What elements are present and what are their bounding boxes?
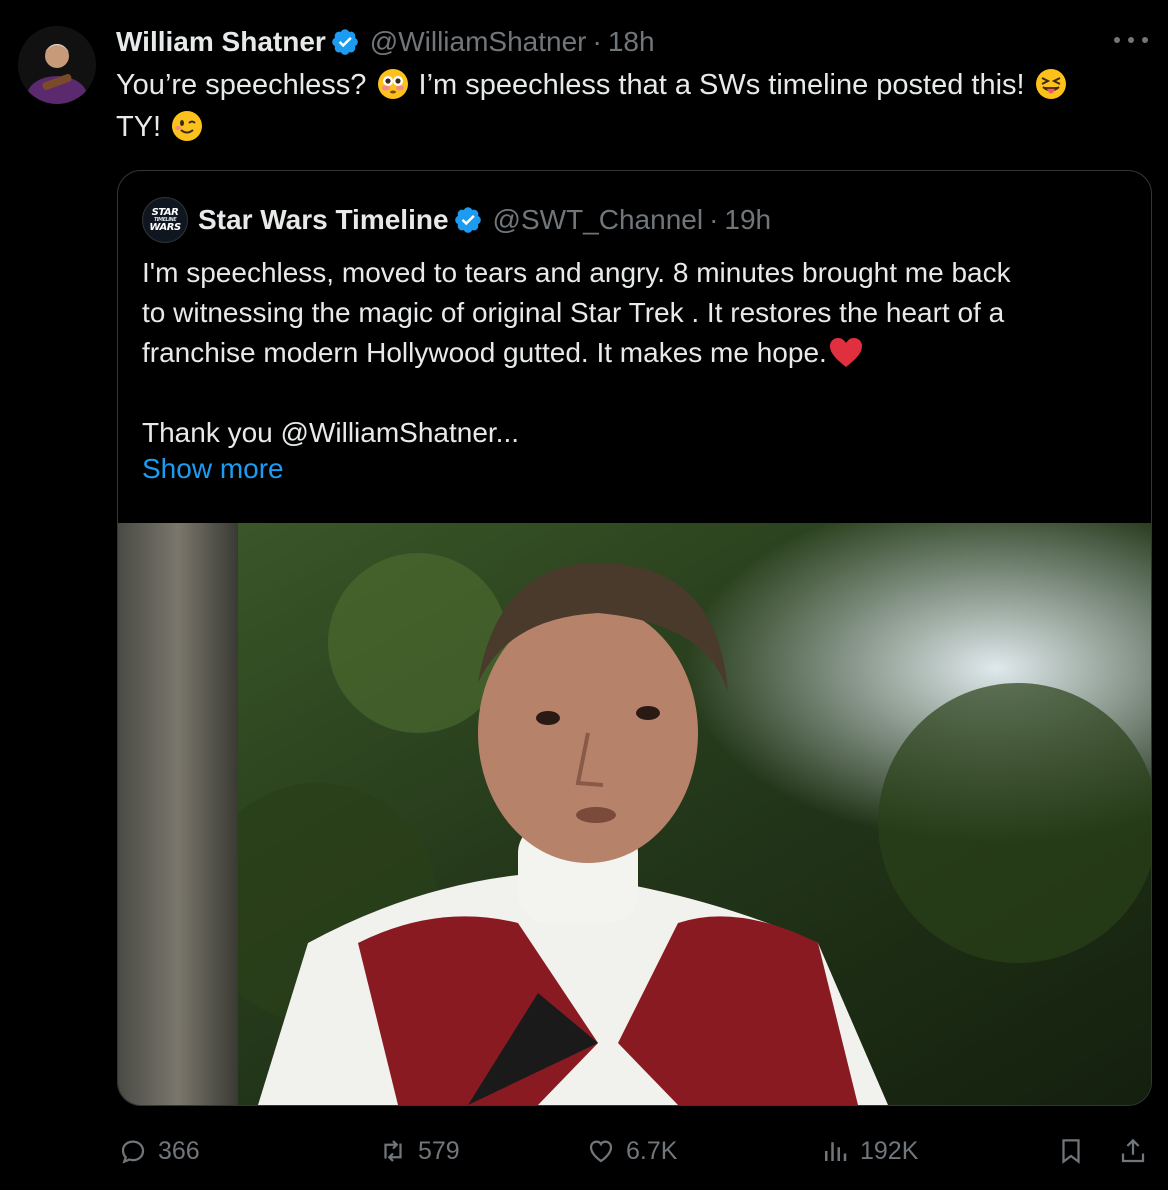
reply-count: 366	[158, 1136, 200, 1165]
winking-face-emoji-icon	[171, 110, 203, 142]
heart-icon	[586, 1136, 616, 1166]
share-icon	[1118, 1136, 1148, 1166]
tweet-action-bar: 366 579 6.7K 192K	[118, 1128, 1150, 1174]
quoted-tweet-header: STAR TIMELINE WARS Star Wars Timeline @S…	[142, 197, 771, 243]
author-avatar[interactable]	[18, 26, 96, 104]
analytics-bars-icon	[820, 1136, 850, 1166]
views-button[interactable]: 192K	[820, 1128, 918, 1174]
quoted-author-name[interactable]: Star Wars Timeline	[198, 204, 449, 236]
author-handle[interactable]: @WilliamShatner	[370, 26, 587, 58]
like-count: 6.7K	[626, 1136, 678, 1165]
quoted-tweet-timestamp[interactable]: 19h	[724, 204, 771, 236]
tweet-text-part3: TY!	[116, 111, 170, 143]
quoted-avatar-logo-bottom: WARS	[149, 222, 181, 233]
quoted-separator-dot: ·	[709, 204, 719, 235]
quoted-text-line: to witnessing the magic of original Star…	[142, 297, 1005, 328]
quoted-text-line3: franchise modern Hollywood gutted. It ma…	[142, 337, 827, 368]
reply-icon	[118, 1136, 148, 1166]
more-options-icon[interactable]	[1114, 28, 1148, 52]
quoted-tweet-text: I'm speechless, moved to tears and angry…	[142, 253, 1132, 453]
quoted-text-line: franchise modern Hollywood gutted. It ma…	[142, 333, 1132, 373]
repost-button[interactable]: 579	[378, 1128, 460, 1174]
bookmark-icon	[1056, 1136, 1086, 1166]
reply-button[interactable]: 366	[118, 1128, 200, 1174]
squinting-tongue-face-emoji-icon	[1035, 68, 1067, 100]
views-count: 192K	[860, 1136, 919, 1165]
author-name[interactable]: William Shatner	[116, 26, 326, 58]
tweet-header: William Shatner @WilliamShatner · 18h	[116, 22, 655, 62]
repost-count: 579	[418, 1136, 460, 1165]
tweet-text: You’re speechless? I’m speechless that a…	[116, 64, 1146, 148]
verified-badge-icon[interactable]	[330, 27, 360, 57]
flushed-face-emoji-icon	[377, 68, 409, 100]
repost-icon	[378, 1136, 408, 1166]
share-button[interactable]	[1118, 1128, 1158, 1174]
quoted-verified-badge-icon[interactable]	[453, 205, 483, 235]
quoted-tweet[interactable]: STAR TIMELINE WARS Star Wars Timeline @S…	[117, 170, 1152, 1106]
quoted-author-avatar[interactable]: STAR TIMELINE WARS	[142, 197, 188, 243]
quoted-text-line: Thank you @WilliamShatner...	[142, 417, 520, 448]
tweet-timestamp[interactable]: 18h	[608, 26, 655, 58]
quoted-avatar-logo-top: STAR	[151, 207, 179, 218]
quoted-text-line: I'm speechless, moved to tears and angry…	[142, 257, 1011, 288]
quoted-media-image[interactable]	[118, 523, 1151, 1105]
like-button[interactable]: 6.7K	[586, 1128, 677, 1174]
separator-dot: ·	[592, 26, 602, 57]
quoted-author-handle[interactable]: @SWT_Channel	[493, 204, 704, 236]
bookmark-button[interactable]	[1056, 1128, 1096, 1174]
tweet-text-part2: I’m speechless that a SWs timeline poste…	[410, 69, 1033, 101]
show-more-link[interactable]: Show more	[142, 453, 284, 485]
red-heart-emoji-icon	[829, 338, 863, 368]
tweet-text-part1: You’re speechless?	[116, 69, 375, 101]
